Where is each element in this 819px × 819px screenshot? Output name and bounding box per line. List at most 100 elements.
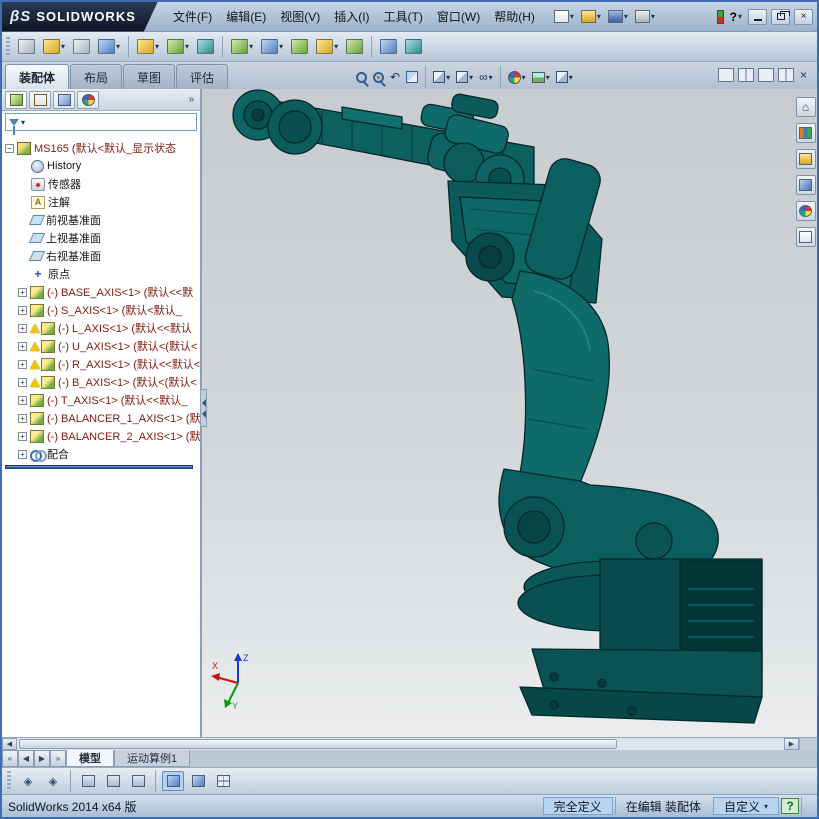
display-style-button[interactable]: ▾ <box>454 70 475 84</box>
zoom-to-area-button[interactable] <box>371 71 386 84</box>
appearance-tab[interactable] <box>77 90 99 109</box>
menu-item-window[interactable]: 窗口(W) <box>430 3 487 30</box>
linear-component-pattern-button[interactable]: ▾ <box>95 36 123 57</box>
panel-expand-button[interactable]: » <box>185 94 197 105</box>
help-button[interactable]: ? ▾ <box>728 8 744 26</box>
last-tab-button[interactable]: » <box>50 750 66 767</box>
bill-of-materials-button[interactable]: ▾ <box>313 36 341 57</box>
show-hidden-components-button[interactable] <box>194 36 217 57</box>
open-file-button[interactable]: ▾ <box>579 8 603 25</box>
first-tab-button[interactable]: « <box>2 750 18 767</box>
menu-item-help[interactable]: 帮助(H) <box>487 3 542 30</box>
status-help-button[interactable]: ? <box>781 798 799 814</box>
minimize-button[interactable] <box>748 8 767 25</box>
taskpane-design-library-button[interactable] <box>795 123 816 143</box>
toolbar-grip[interactable] <box>7 771 11 791</box>
tree-item-s-axis[interactable]: + (-) S_AXIS<1> (默认<默认_ <box>2 301 200 319</box>
reference-geometry-button[interactable]: ▾ <box>258 36 286 57</box>
curvature-button[interactable] <box>402 36 425 57</box>
four-view-button[interactable] <box>777 68 794 82</box>
filter-active-button[interactable] <box>162 771 184 791</box>
tree-item-t-axis[interactable]: + (-) T_AXIS<1> (默认<<默认_ <box>2 391 200 409</box>
collapse-icon[interactable]: − <box>5 143 14 153</box>
tree-item-balancer-2-axis[interactable]: + (-) BALANCER_2_AXIS<1> (默 <box>2 427 200 445</box>
menu-item-tools[interactable]: 工具(T) <box>377 3 430 30</box>
tree-item-l-axis[interactable]: + (-) L_AXIS<1> (默认<<默认 <box>2 319 200 337</box>
menu-item-edit[interactable]: 编辑(E) <box>219 3 273 30</box>
tab-layout[interactable]: 布局 <box>70 64 123 89</box>
configurationmanager-tab[interactable] <box>53 90 75 109</box>
tab-sketch[interactable]: 草图 <box>123 64 176 89</box>
menu-item-insert[interactable]: 插入(I) <box>327 3 376 30</box>
tree-item-right-plane[interactable]: 右视基准面 <box>2 247 200 265</box>
zoom-to-fit-button[interactable] <box>354 71 369 84</box>
filter-toggle-button[interactable]: ◈ <box>17 771 39 791</box>
single-view-button[interactable] <box>717 68 734 82</box>
tab-evaluate[interactable]: 评估 <box>176 64 229 89</box>
menu-item-view[interactable]: 视图(V) <box>273 3 327 30</box>
expand-icon[interactable]: + <box>18 377 27 387</box>
featuremanager-tab[interactable] <box>5 90 27 109</box>
toolbar-grip[interactable] <box>6 36 10 57</box>
filter-solid-button[interactable] <box>187 771 209 791</box>
expand-icon[interactable]: + <box>18 287 27 297</box>
section-view-button[interactable] <box>404 70 420 84</box>
panel-splitter[interactable] <box>200 389 207 427</box>
move-component-button[interactable]: ▾ <box>164 36 192 57</box>
rollback-bar[interactable] <box>5 465 193 469</box>
assembly-features-button[interactable]: ▾ <box>228 36 256 57</box>
two-view-vertical-button[interactable] <box>737 68 754 82</box>
mate-button[interactable] <box>70 36 93 57</box>
scroll-left-button[interactable]: ◀ <box>2 738 17 750</box>
scroll-thumb[interactable] <box>19 739 618 749</box>
new-motion-study-button[interactable] <box>288 36 311 57</box>
clear-filters-button[interactable]: ◈ <box>42 771 64 791</box>
new-file-button[interactable]: ▾ <box>552 8 576 25</box>
tree-item-b-axis[interactable]: + (-) B_AXIS<1> (默认<(默认< <box>2 373 200 391</box>
insert-components-button[interactable]: ▾ <box>40 36 68 57</box>
two-view-horizontal-button[interactable] <box>757 68 774 82</box>
tree-item-origin[interactable]: + 原点 <box>2 265 200 283</box>
filter-faces-button[interactable] <box>127 771 149 791</box>
custom-dropdown[interactable]: 自定义 ▾ <box>712 797 779 815</box>
filter-vertices-button[interactable] <box>77 771 99 791</box>
expand-icon[interactable]: + <box>18 395 27 405</box>
tree-item-u-axis[interactable]: + (-) U_AXIS<1> (默认<(默认< <box>2 337 200 355</box>
print-button[interactable]: ▾ <box>633 8 657 25</box>
expand-icon[interactable]: + <box>18 341 27 351</box>
scroll-track[interactable] <box>17 738 784 750</box>
close-pane-button[interactable]: × <box>798 68 809 82</box>
expand-icon[interactable]: + <box>18 449 27 459</box>
tree-item-front-plane[interactable]: 前视基准面 <box>2 211 200 229</box>
tree-item-mates[interactable]: + 配合 <box>2 445 200 463</box>
taskpane-resources-button[interactable]: ⌂ <box>795 97 816 117</box>
exploded-view-button[interactable] <box>343 36 366 57</box>
view-settings-button[interactable]: ▾ <box>554 70 575 84</box>
tree-item-history[interactable]: History <box>2 157 200 175</box>
menu-item-file[interactable]: 文件(F) <box>166 3 219 30</box>
smart-fasteners-button[interactable]: ▾ <box>134 36 162 57</box>
prev-tab-button[interactable]: ◀ <box>18 750 34 767</box>
robot-model[interactable] <box>202 89 815 737</box>
tree-item-annotations[interactable]: A 注解 <box>2 193 200 211</box>
propertymanager-tab[interactable] <box>29 90 51 109</box>
restore-button[interactable] <box>771 8 790 25</box>
tab-model[interactable]: 模型 <box>66 750 114 767</box>
tree-filter-row[interactable]: ▾ <box>5 113 197 135</box>
expand-icon[interactable]: + <box>18 431 27 441</box>
explode-line-sketch-button[interactable] <box>377 36 400 57</box>
graphics-viewport[interactable]: Z X Y ⌂ <box>202 89 817 737</box>
taskpane-appearances-button[interactable] <box>795 201 816 221</box>
tab-assembly[interactable]: 装配体 <box>5 64 70 89</box>
taskpane-view-palette-button[interactable] <box>795 175 816 195</box>
tab-motion-study-1[interactable]: 运动算例1 <box>114 750 191 767</box>
tree-item-root-assembly[interactable]: − MS165 (默认<默认_显示状态 <box>2 139 200 157</box>
tree-item-r-axis[interactable]: + (-) R_AXIS<1> (默认<<默认< <box>2 355 200 373</box>
scroll-right-button[interactable]: ▶ <box>784 738 799 750</box>
previous-view-button[interactable]: ↶ <box>388 69 402 85</box>
expand-icon[interactable]: + <box>18 359 27 369</box>
hide-show-items-button[interactable]: ∞ ▾ <box>477 69 495 85</box>
filter-edges-button[interactable] <box>102 771 124 791</box>
view-orientation-button[interactable]: ▾ <box>431 70 452 84</box>
close-button[interactable]: × <box>794 8 813 25</box>
